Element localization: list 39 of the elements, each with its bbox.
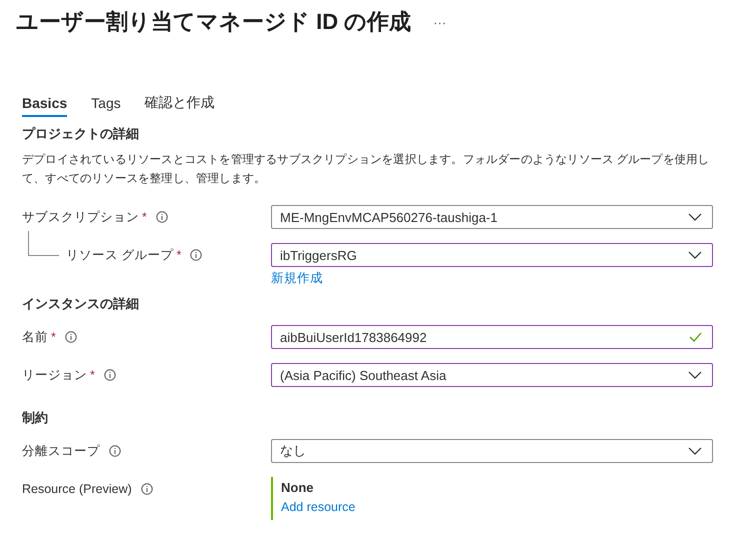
dropdown[interactable]: なし: [271, 439, 713, 463]
check-icon: [689, 332, 702, 342]
field-label: 分離スコープ: [22, 442, 100, 460]
create-new-link[interactable]: 新規作成: [271, 270, 323, 287]
field-label: 名前: [22, 328, 48, 346]
tab[interactable]: 確認と作成: [144, 91, 215, 117]
tab[interactable]: Basics: [22, 91, 68, 117]
chevron-down-icon: [688, 251, 702, 259]
input-field[interactable]: aibBuiUserId1783864992: [271, 325, 713, 349]
dropdown[interactable]: ME-MngEnvMCAP560276-taushiga-1: [271, 205, 713, 229]
info-icon[interactable]: [140, 483, 153, 495]
chevron-down-icon: [688, 447, 702, 455]
info-icon[interactable]: [156, 211, 168, 223]
dropdown[interactable]: (Asia Pacific) Southeast Asia: [271, 363, 713, 387]
section-heading: 制約: [22, 409, 49, 427]
info-icon[interactable]: [104, 369, 116, 381]
tab[interactable]: Tags: [91, 91, 121, 117]
info-icon[interactable]: [64, 331, 77, 343]
chevron-down-icon: [688, 213, 702, 221]
field-label: Resource (Preview): [22, 482, 132, 496]
field-label: サブスクリプション: [22, 208, 139, 226]
more-options-button[interactable]: ···: [433, 14, 446, 30]
dropdown[interactable]: ibTriggersRG: [271, 243, 713, 267]
add-resource-link[interactable]: Add resource: [281, 500, 356, 514]
chevron-down-icon: [688, 371, 702, 379]
required-mark: *: [142, 210, 147, 224]
required-mark: *: [176, 248, 182, 262]
tree-connector: [28, 231, 59, 256]
required-mark: *: [51, 330, 56, 344]
info-icon[interactable]: [190, 249, 202, 261]
field-label: リージョン: [22, 366, 87, 384]
required-mark: *: [90, 368, 95, 382]
field-label: リソース グループ: [66, 246, 174, 264]
section-description: デプロイされているリソースとコストを管理するサブスクリプションを選択します。フォルダーのようなリソース グループを使用して、すべてのリソースを整理し、管理します。: [22, 152, 710, 187]
section-heading: インスタンスの詳細: [22, 295, 140, 313]
info-icon[interactable]: [109, 445, 121, 457]
page-title: ユーザー割り当てマネージド ID の作成: [16, 8, 412, 36]
section-heading: プロジェクトの詳細: [22, 125, 140, 143]
resource-value: None: [281, 480, 314, 495]
